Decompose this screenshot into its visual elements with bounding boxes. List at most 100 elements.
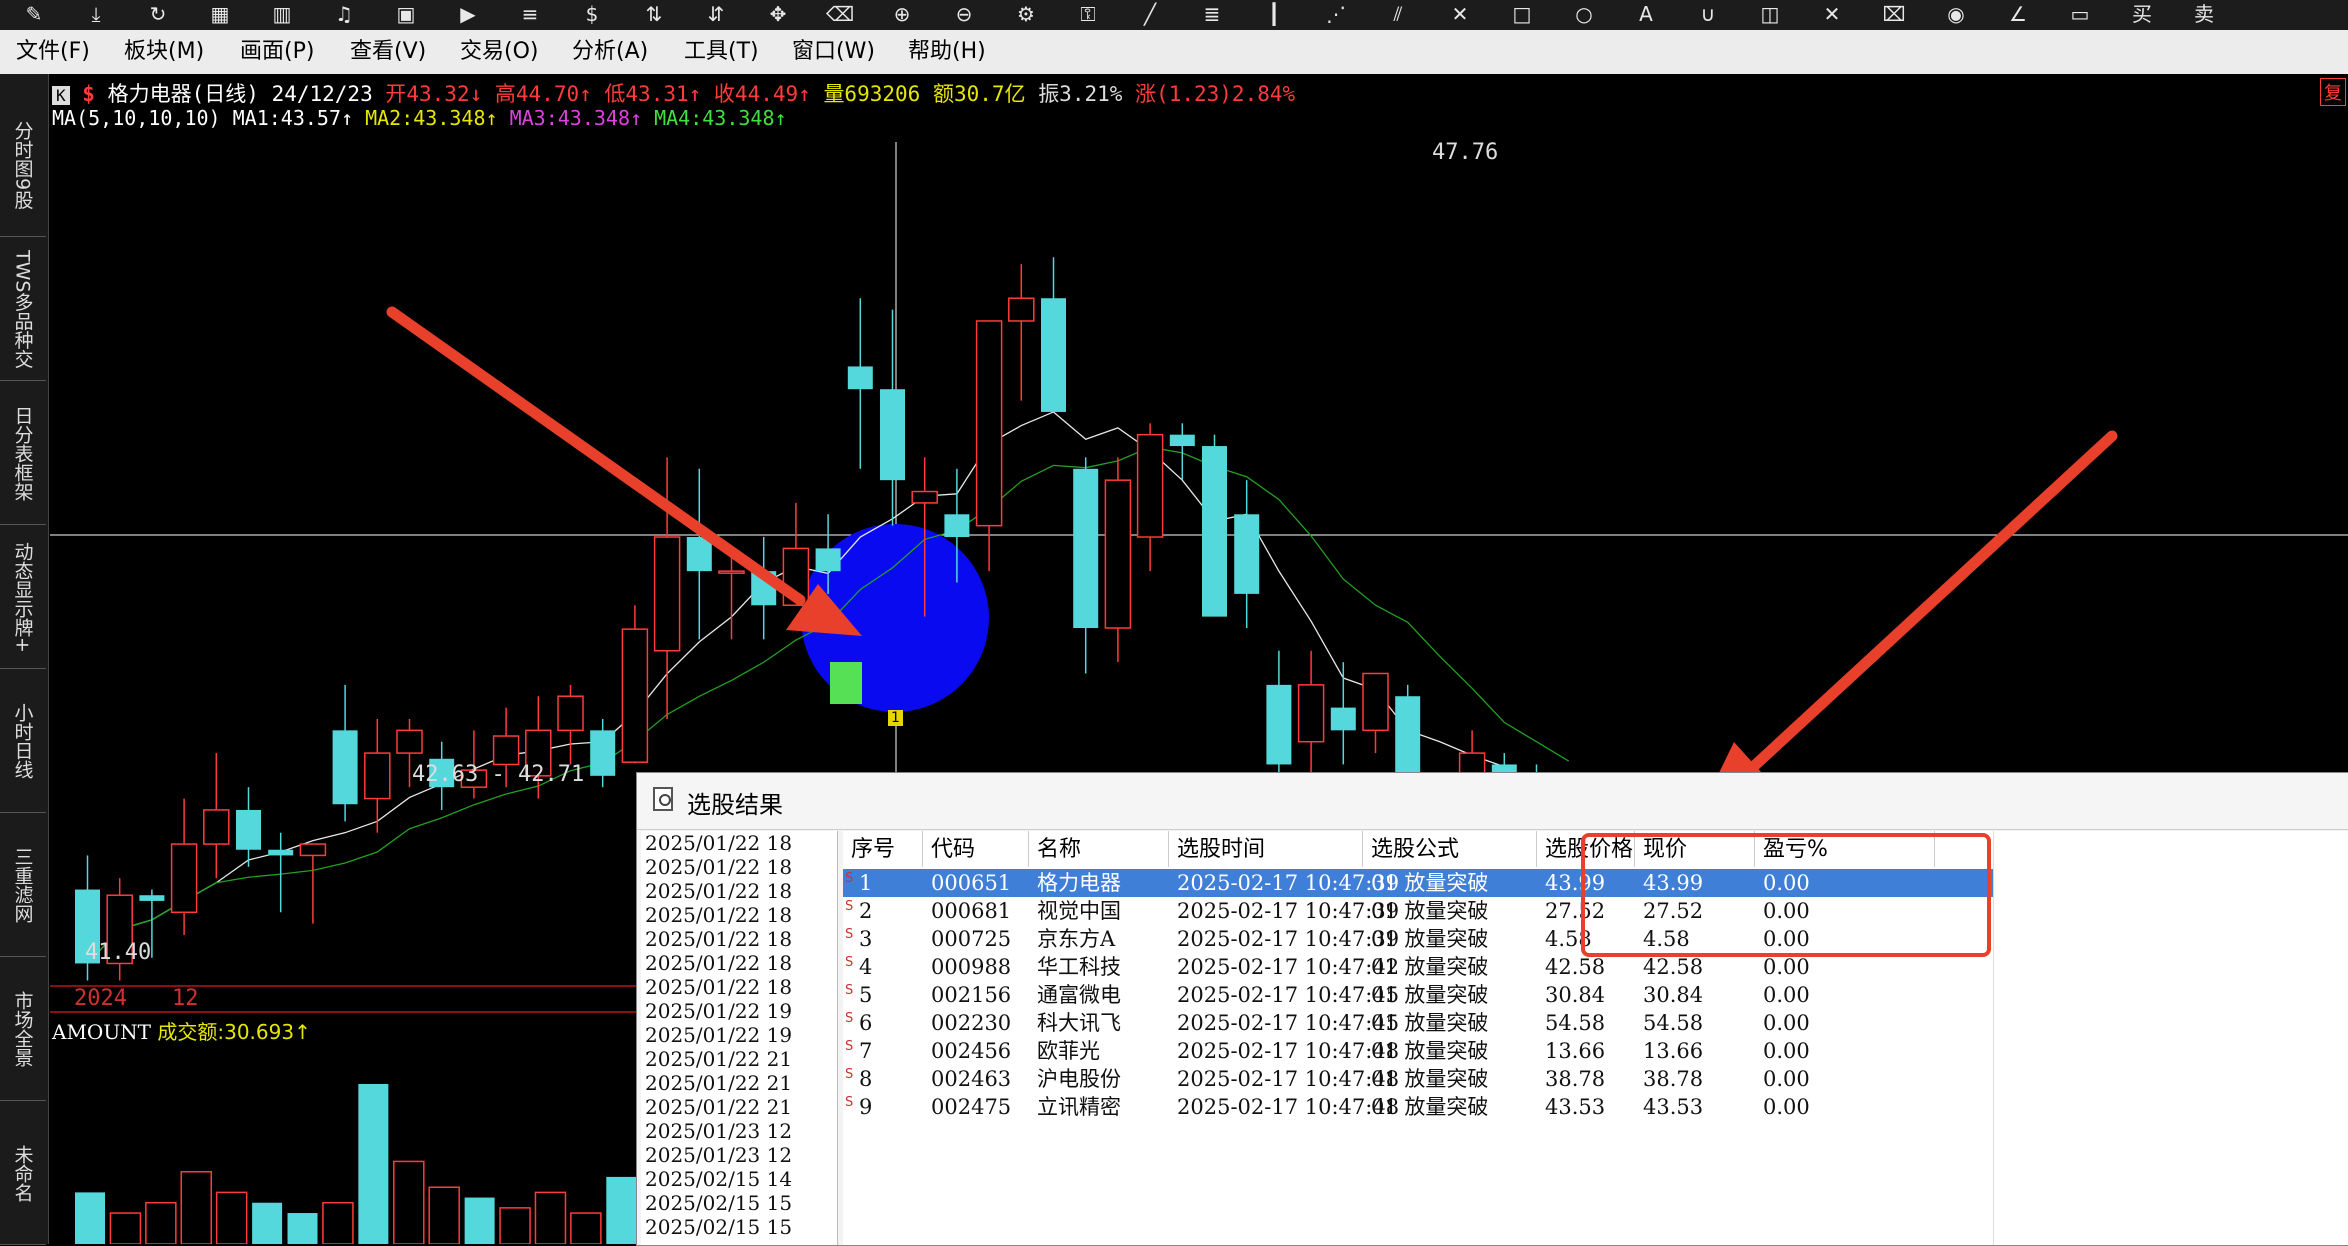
layers-icon[interactable]: ◫: [1750, 2, 1790, 26]
column-header-code[interactable]: 代码: [923, 831, 1029, 867]
column-header-name[interactable]: 名称: [1029, 831, 1169, 867]
history-list[interactable]: 2025/01/22 18 2025/01/22 18 2025/01/22 18 2…: [641, 831, 838, 1245]
sidebar-tab-7[interactable]: 未命名: [0, 1102, 46, 1245]
menu-item-0[interactable]: 文件(F): [16, 30, 90, 74]
settings-icon[interactable]: ⚙: [1006, 2, 1046, 26]
menu-item-6[interactable]: 工具(T): [684, 30, 759, 74]
history-list-item[interactable]: 2025/01/22 18: [641, 903, 837, 927]
history-list-item[interactable]: 2025/01/22 19: [641, 999, 837, 1023]
eraser-icon[interactable]: ⌫: [820, 2, 860, 26]
table-row[interactable]: S 8 002463 沪电股份 2025-02-17 10:47:48 01 放量突破 38…: [843, 1065, 2348, 1093]
menu-item-1[interactable]: 板块(M): [124, 30, 204, 74]
table-row[interactable]: S 1 000651 格力电器 2025-02-17 10:47:39 01 放量突破 43…: [843, 869, 1993, 897]
table-row[interactable]: S 5 002156 通富微电 2025-02-17 10:47:45 01 放量突破 30…: [843, 981, 2348, 1009]
history-list-item[interactable]: 2025/02/15 15: [641, 1215, 837, 1239]
play-icon[interactable]: ▶: [448, 2, 488, 26]
letter-a-icon[interactable]: A: [1626, 2, 1666, 26]
angle-icon[interactable]: ∠: [1998, 2, 2038, 26]
history-list-item[interactable]: 2025/01/22 19: [641, 1023, 837, 1047]
bars-tool-icon[interactable]: ┃: [1254, 2, 1294, 26]
table-row[interactable]: S 9 002475 立讯精密 2025-02-17 10:47:48 01 放量突破 43…: [843, 1093, 2348, 1121]
refresh-icon[interactable]: ↻: [138, 2, 178, 26]
trash-icon[interactable]: ⌧: [1874, 2, 1914, 26]
sidebar-tab-2[interactable]: 日分表框架: [0, 382, 46, 525]
frame-icon[interactable]: ▭: [2060, 2, 2100, 26]
rect-icon[interactable]: □: [1502, 2, 1542, 26]
table-row[interactable]: S 4 000988 华工科技 2025-02-17 10:47:42 01 放量突破 42…: [843, 953, 2348, 981]
move-icon[interactable]: ✥: [758, 2, 798, 26]
sidebar-tab-4[interactable]: 小时日线: [0, 670, 46, 813]
menu-item-4[interactable]: 交易(O): [460, 30, 538, 74]
table-row[interactable]: S 2 000681 视觉中国 2025-02-17 10:47:39 01 放量突破 27…: [843, 897, 2348, 925]
table-row[interactable]: S 3 000725 京东方A 2025-02-17 10:47:39 01 放量突破 4.…: [843, 925, 2348, 953]
column-header-now[interactable]: 现价: [1635, 831, 1755, 867]
sidebar-tab-3[interactable]: 动态显示牌+: [0, 526, 46, 669]
candle-body-up: [492, 735, 520, 766]
history-list-item[interactable]: 2025/01/23 12: [641, 1119, 837, 1143]
eye-icon[interactable]: ◉: [1936, 2, 1976, 26]
bar-chart-icon[interactable]: ▥: [262, 2, 302, 26]
parallel-icon[interactable]: ⫽: [1378, 2, 1418, 26]
download-icon[interactable]: ⤓: [76, 2, 116, 26]
zoom-in-icon[interactable]: ⊕: [882, 2, 922, 26]
sell-icon[interactable]: 卖: [2184, 2, 2224, 26]
line-tool-icon[interactable]: ╱: [1130, 2, 1170, 26]
history-list-item[interactable]: 2025/01/22 21: [641, 1047, 837, 1071]
table-row[interactable]: S 7 002456 欧菲光 2025-02-17 10:47:48 01 放量突破 13.…: [843, 1037, 2348, 1065]
vertical-scroll-track[interactable]: [1993, 831, 1994, 1245]
history-list-item[interactable]: 2025/01/22 21: [641, 1095, 837, 1119]
menu-item-8[interactable]: 帮助(H): [908, 30, 986, 74]
table-row[interactable]: S 6 002230 科大讯飞 2025-02-17 10:47:45 01 放量突破 54…: [843, 1009, 2348, 1037]
sidebar-tab-0[interactable]: 分时图9股: [0, 94, 46, 237]
pen-icon[interactable]: ✎: [14, 2, 54, 26]
image-icon[interactable]: ▣: [386, 2, 426, 26]
buy-icon[interactable]: 买: [2122, 2, 2162, 26]
history-list-item[interactable]: 2025/01/22 21: [641, 1071, 837, 1095]
fan-icon[interactable]: ⋰: [1316, 2, 1356, 26]
menu-item-2[interactable]: 画面(P): [240, 30, 314, 74]
cell-price: 42.58: [1545, 955, 1606, 979]
bell-icon[interactable]: ♫: [324, 2, 364, 26]
column-header-formula[interactable]: 选股公式: [1363, 831, 1537, 867]
menu-item-3[interactable]: 查看(V): [350, 30, 426, 74]
results-table[interactable]: 序号 代码 名称 选股时间 选股公式 选股价格 现价 盈亏% S 1 000651 格力电器 2025…: [843, 831, 2348, 1245]
cell-name: 京东方A: [1037, 927, 1116, 951]
close-icon[interactable]: ✕: [1812, 2, 1852, 26]
cell-now: 4.58: [1643, 927, 1690, 951]
history-list-item[interactable]: 2025/02/15 15: [641, 1191, 837, 1215]
lock-icon[interactable]: ⚿: [1068, 2, 1108, 26]
history-list-item[interactable]: 2025/02/15 14: [641, 1167, 837, 1191]
sidebar-tab-1[interactable]: TWS多品种交: [0, 238, 46, 381]
sidebar-tab-6[interactable]: 市场全景: [0, 958, 46, 1101]
history-list-item[interactable]: 2025/01/22 18: [641, 831, 837, 855]
magnet-icon[interactable]: ∪: [1688, 2, 1728, 26]
candle-body-down: [880, 389, 905, 481]
dollar-icon[interactable]: $: [572, 2, 612, 26]
history-list-item[interactable]: 2025/01/22 18: [641, 927, 837, 951]
history-list-item[interactable]: 2025/01/23 12: [641, 1143, 837, 1167]
align-icon[interactable]: ⇵: [696, 2, 736, 26]
history-list-item[interactable]: 2025/01/22 18: [641, 855, 837, 879]
column-header-time[interactable]: 选股时间: [1169, 831, 1363, 867]
grid-icon[interactable]: ▦: [200, 2, 240, 26]
list-icon[interactable]: ≡: [510, 2, 550, 26]
text-tool-icon[interactable]: ≣: [1192, 2, 1232, 26]
sidebar-tab-5[interactable]: 三重滤网: [0, 814, 46, 957]
cell-idx: 5: [859, 983, 873, 1007]
candle-body-down: [1202, 446, 1227, 617]
stock-screening-results-dialog[interactable]: 选股结果 2025/01/22 18 2025/01/22 18 2025/01/2…: [636, 772, 2348, 1246]
cross-icon[interactable]: ✕: [1440, 2, 1480, 26]
column-header-price[interactable]: 选股价格: [1537, 831, 1635, 867]
menu-item-7[interactable]: 窗口(W): [792, 30, 875, 74]
column-header-idx[interactable]: 序号: [843, 831, 923, 867]
menu-item-5[interactable]: 分析(A): [572, 30, 648, 74]
history-list-item[interactable]: 2025/01/22 18: [641, 951, 837, 975]
adjust-icon[interactable]: ⇅: [634, 2, 674, 26]
history-list-item[interactable]: 2025/01/22 18: [641, 975, 837, 999]
dialog-titlebar[interactable]: 选股结果: [637, 773, 2348, 830]
circle-icon[interactable]: ○: [1564, 2, 1604, 26]
column-header-pl[interactable]: 盈亏%: [1755, 831, 1935, 867]
amount-bar-down: [606, 1176, 637, 1244]
history-list-item[interactable]: 2025/01/22 18: [641, 879, 837, 903]
zoom-out-icon[interactable]: ⊖: [944, 2, 984, 26]
